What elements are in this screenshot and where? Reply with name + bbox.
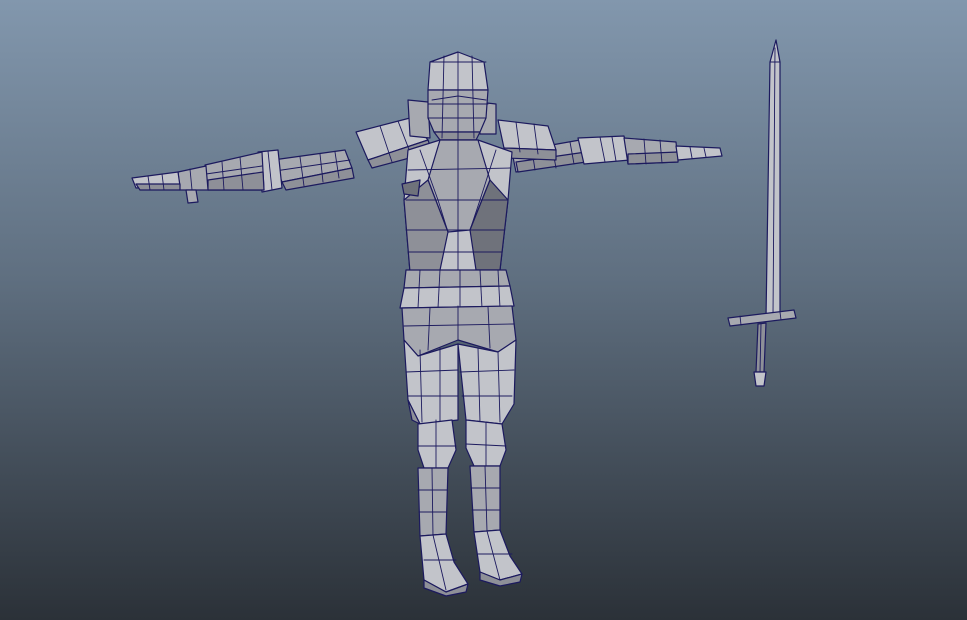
mesh-face [135, 183, 181, 191]
knight-belt[interactable] [399, 269, 515, 309]
mesh-face [457, 339, 517, 425]
3d-viewport[interactable] [0, 0, 967, 620]
sword-pommel [753, 371, 767, 387]
knight-breastplate[interactable] [401, 139, 513, 273]
mesh-face [433, 131, 481, 141]
mesh-face [399, 285, 515, 309]
mesh-face [577, 135, 631, 165]
mesh-face [407, 99, 431, 139]
mesh-face [627, 151, 679, 165]
viewport-canvas[interactable] [0, 0, 967, 620]
knight-helmet[interactable] [427, 51, 489, 141]
mesh-face [185, 189, 199, 204]
mesh-face [417, 419, 457, 469]
